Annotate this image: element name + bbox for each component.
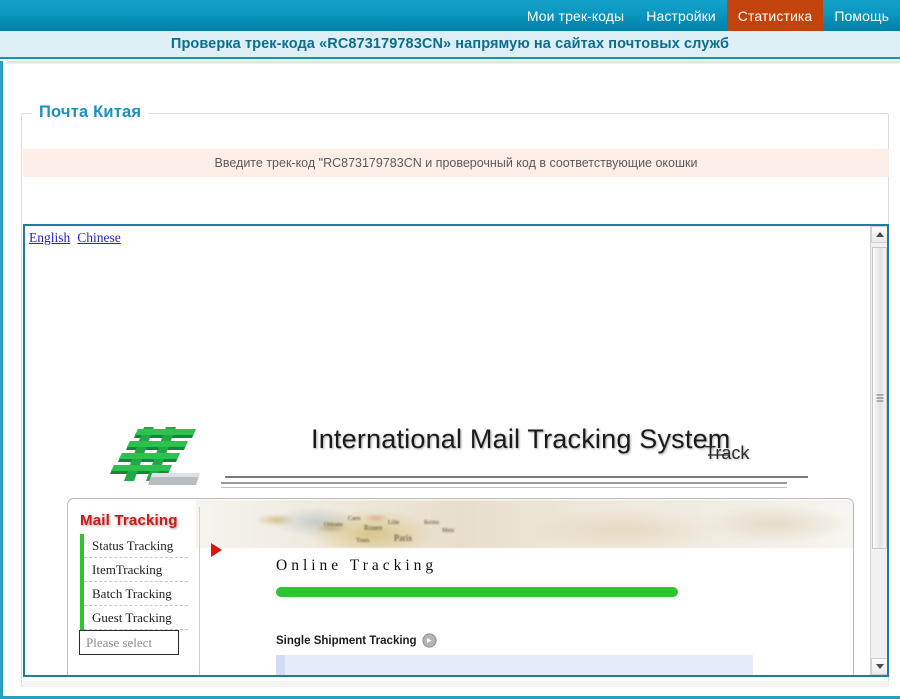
scrollbar-thumb[interactable] bbox=[872, 247, 887, 549]
language-links: English Chinese bbox=[29, 230, 128, 246]
sidebar-divider bbox=[199, 507, 200, 675]
mail-tracking-heading: Mail Tracking bbox=[80, 512, 178, 529]
header-rule-2 bbox=[221, 482, 787, 484]
world-map-banner-image: Paris Rouen Lille Reims Caen Tours Orléa… bbox=[196, 500, 853, 548]
imts-track-word: Track bbox=[705, 443, 750, 463]
scroll-down-button[interactable] bbox=[871, 658, 887, 675]
selected-item-arrow-icon bbox=[211, 543, 222, 557]
scroll-up-button[interactable] bbox=[871, 226, 887, 243]
sidebar-item-guest-tracking[interactable]: Guest Tracking bbox=[84, 606, 188, 630]
header-rule-3 bbox=[221, 487, 787, 488]
nav-item-settings[interactable]: Настройки bbox=[635, 0, 727, 31]
map-label: Reims bbox=[424, 520, 440, 526]
page-subtitle: Проверка трек-кода «RC873179783CN» напря… bbox=[170, 36, 730, 52]
triangle-up-icon bbox=[875, 232, 884, 237]
scrollbar-grip-icon bbox=[876, 394, 883, 402]
subtitle-bar: Проверка трек-кода «RC873179783CN» напря… bbox=[0, 31, 900, 59]
tracking-form-panel: Item No. Please enter the verification c… bbox=[276, 655, 753, 675]
sidebar-item-item-tracking[interactable]: ItemTracking bbox=[84, 558, 188, 582]
panel-bottom-strip bbox=[23, 681, 889, 687]
single-shipment-tracking-header: Single Shipment Tracking bbox=[276, 633, 437, 648]
page-body: Почта Китая Введите трек-код "RC87317978… bbox=[0, 61, 900, 699]
map-label: Paris bbox=[394, 533, 412, 543]
instruction-notice: Введите трек-код "RC873179783CN и провер… bbox=[23, 149, 889, 177]
header-rule-1 bbox=[225, 476, 808, 478]
map-label: Caen bbox=[348, 516, 361, 522]
imts-title: International Mail Tracking System bbox=[311, 424, 731, 454]
header-shadow-strip bbox=[6, 61, 900, 64]
map-label: Orléans bbox=[324, 522, 343, 528]
language-link-english[interactable]: English bbox=[29, 230, 70, 245]
nav-item-my-track-codes[interactable]: Мои трек-коды bbox=[516, 0, 635, 31]
arrow-right-circle-icon bbox=[421, 633, 437, 648]
tracking-content-box: Paris Rouen Lille Reims Caen Tours Orléa… bbox=[67, 498, 854, 675]
sidebar-select-dropdown[interactable]: Please select bbox=[79, 630, 179, 655]
map-label: Lille bbox=[388, 520, 400, 526]
green-divider-bar bbox=[276, 587, 678, 597]
embedded-tracking-site-frame[interactable]: English Chinese International Mail Track… bbox=[23, 224, 889, 677]
map-label: Rouen bbox=[364, 524, 383, 532]
triangle-down-icon bbox=[875, 664, 884, 669]
online-tracking-heading: Online Tracking bbox=[276, 557, 438, 574]
china-post-logo bbox=[101, 422, 213, 492]
instruction-notice-text: Введите трек-код "RC873179783CN и провер… bbox=[214, 156, 698, 170]
embedded-page: English Chinese International Mail Track… bbox=[25, 226, 872, 675]
nav-item-statistics[interactable]: Статистика bbox=[726, 0, 824, 31]
nav-item-help[interactable]: Помощь bbox=[823, 0, 900, 31]
language-link-chinese[interactable]: Chinese bbox=[77, 230, 121, 245]
map-label: Tours bbox=[356, 538, 370, 544]
sidebar-item-batch-tracking[interactable]: Batch Tracking bbox=[84, 582, 188, 606]
sidebar-item-status-tracking[interactable]: Status Tracking bbox=[84, 534, 188, 558]
single-shipment-tracking-label: Single Shipment Tracking bbox=[276, 634, 417, 647]
map-label: Metz bbox=[442, 528, 455, 534]
iframe-vertical-scrollbar[interactable] bbox=[870, 226, 887, 675]
top-navigation-bar: Мои трек-коды Настройки Статистика Помощ… bbox=[0, 0, 900, 31]
carrier-panel: Почта Китая Введите трек-код "RC87317978… bbox=[21, 103, 889, 687]
page-title: Почта Китая bbox=[32, 103, 149, 122]
